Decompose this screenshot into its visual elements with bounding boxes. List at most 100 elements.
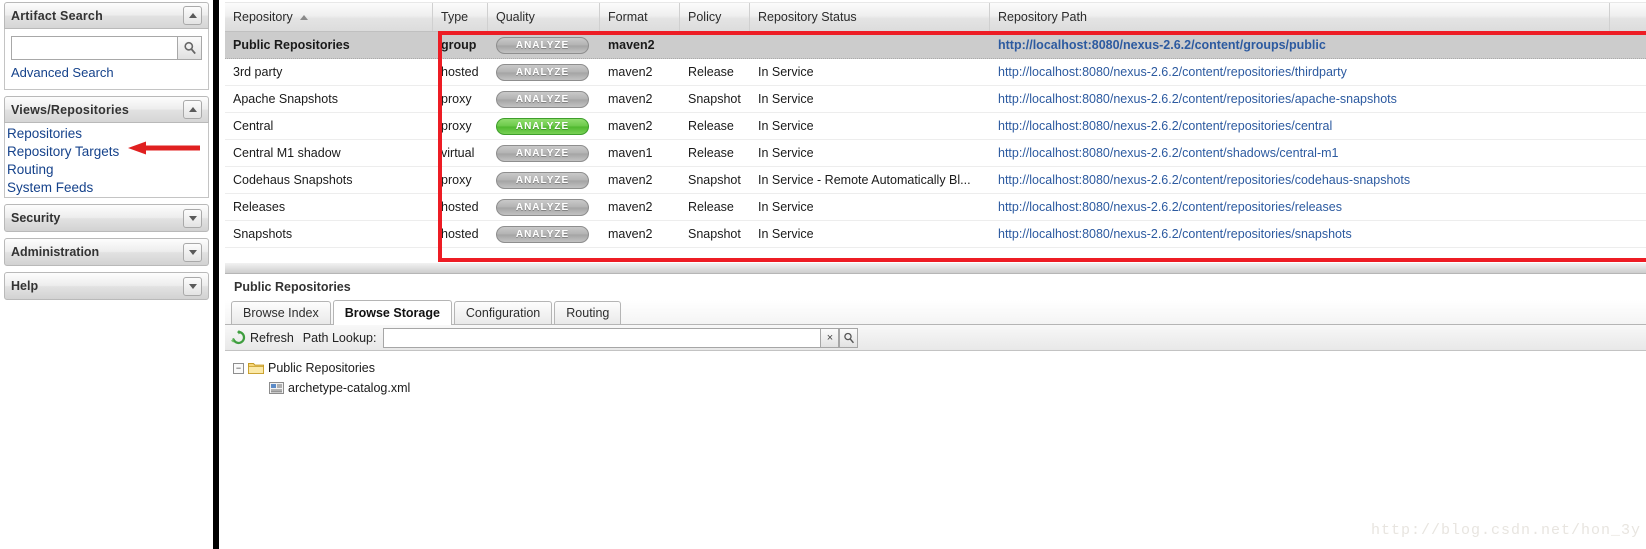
- table-row[interactable]: Releases hosted ANALYZE maven2 Release In Ser…: [225, 194, 1646, 221]
- analyze-button[interactable]: ANALYZE: [496, 144, 589, 162]
- repository-grid-header: Repository Type Quality Format Policy Re…: [225, 2, 1646, 32]
- tab-browse-storage[interactable]: Browse Storage: [332, 300, 452, 325]
- browse-storage-toolbar: Refresh Path Lookup: ×: [225, 325, 1646, 351]
- repository-path-link[interactable]: http://localhost:8080/nexus-2.6.2/conten…: [998, 146, 1338, 160]
- refresh-button[interactable]: Refresh: [231, 330, 294, 345]
- cell-repository-name: Central M1 shadow: [233, 146, 341, 160]
- repository-path-link[interactable]: http://localhost:8080/nexus-2.6.2/conten…: [998, 65, 1347, 79]
- security-section[interactable]: Security: [4, 204, 209, 232]
- views-repositories-body: Repositories Repository Targets Routing …: [4, 123, 209, 198]
- cell-repository-type: group: [441, 38, 477, 52]
- repository-path-link[interactable]: http://localhost:8080/nexus-2.6.2/conten…: [998, 173, 1410, 187]
- analyze-button[interactable]: ANALYZE: [496, 171, 589, 189]
- column-header-format[interactable]: Format: [600, 3, 680, 31]
- x-icon[interactable]: ×: [820, 327, 840, 348]
- tab-routing[interactable]: Routing: [554, 301, 622, 324]
- cell-repository-path[interactable]: http://localhost:8080/nexus-2.6.2/conten…: [990, 173, 1610, 187]
- sidebar-item-repositories[interactable]: Repositories: [7, 125, 206, 143]
- path-lookup-field-group: ×: [383, 327, 859, 348]
- analyze-button[interactable]: ANALYZE: [496, 90, 589, 108]
- views-repositories-panel: Views/Repositories Repositories Reposito…: [4, 96, 209, 198]
- cell-format: maven2: [608, 92, 653, 106]
- refresh-icon: [231, 330, 246, 345]
- cell-repository-type: proxy: [441, 92, 472, 106]
- cell-repository-path[interactable]: http://localhost:8080/nexus-2.6.2/conten…: [990, 65, 1610, 79]
- sidebar-item-system-feeds[interactable]: System Feeds: [7, 179, 206, 197]
- cell-repository-status: In Service: [758, 146, 814, 160]
- chevron-down-icon[interactable]: [183, 208, 202, 228]
- administration-section[interactable]: Administration: [4, 238, 209, 266]
- help-section[interactable]: Help: [4, 272, 209, 300]
- cell-quality: ANALYZE: [488, 198, 600, 216]
- repository-path-link[interactable]: http://localhost:8080/nexus-2.6.2/conten…: [998, 227, 1352, 241]
- detail-tabstrip: Browse Index Browse Storage Configuratio…: [225, 300, 1646, 325]
- cell-policy: Release: [688, 119, 734, 133]
- sidebar-item-repository-targets[interactable]: Repository Targets: [7, 143, 206, 161]
- sidebar-item-routing[interactable]: Routing: [7, 161, 206, 179]
- administration-label: Administration: [11, 245, 100, 259]
- cell-repository-path[interactable]: http://localhost:8080/nexus-2.6.2/conten…: [990, 38, 1610, 52]
- cell-repository-path[interactable]: http://localhost:8080/nexus-2.6.2/conten…: [990, 200, 1610, 214]
- table-row[interactable]: Public Repositories group ANALYZE maven2 htt…: [225, 32, 1646, 59]
- cell-quality: ANALYZE: [488, 171, 600, 189]
- repository-path-link[interactable]: http://localhost:8080/nexus-2.6.2/conten…: [998, 200, 1342, 214]
- chevron-up-icon[interactable]: [183, 6, 202, 25]
- detail-panel-title: Public Repositories: [225, 274, 1646, 300]
- column-header-repository[interactable]: Repository: [225, 3, 433, 31]
- tree-node-file[interactable]: archetype-catalog.xml: [233, 378, 1646, 398]
- path-lookup-input[interactable]: [383, 327, 821, 348]
- analyze-button[interactable]: ANALYZE: [496, 198, 589, 216]
- repository-path-link[interactable]: http://localhost:8080/nexus-2.6.2/conten…: [998, 92, 1397, 106]
- cell-repository-path[interactable]: http://localhost:8080/nexus-2.6.2/conten…: [990, 227, 1610, 241]
- cell-policy: Snapshot: [688, 173, 741, 187]
- table-row[interactable]: Central M1 shadow virtual ANALYZE maven1 Rel…: [225, 140, 1646, 167]
- artifact-search-title: Artifact Search: [11, 8, 103, 23]
- panel-splitter[interactable]: [225, 262, 1646, 274]
- analyze-button[interactable]: ANALYZE: [496, 117, 589, 135]
- column-header-repository-status[interactable]: Repository Status: [750, 3, 990, 31]
- table-row[interactable]: 3rd party hosted ANALYZE maven2 Release In Se…: [225, 59, 1646, 86]
- search-input[interactable]: [11, 36, 177, 60]
- column-header-quality[interactable]: Quality: [488, 3, 600, 31]
- cell-format: maven2: [608, 38, 655, 52]
- tree-node-file-label[interactable]: archetype-catalog.xml: [288, 381, 410, 395]
- storage-tree: − Public Repositories archetype-catalog.…: [225, 351, 1646, 398]
- cell-repository-path[interactable]: http://localhost:8080/nexus-2.6.2/conten…: [990, 119, 1610, 133]
- cell-repository-name: Codehaus Snapshots: [233, 173, 353, 187]
- magnifier-icon[interactable]: [839, 327, 859, 348]
- cell-repository-status: In Service: [758, 119, 814, 133]
- path-lookup-label: Path Lookup:: [302, 330, 377, 345]
- security-label: Security: [11, 211, 61, 225]
- analyze-button[interactable]: ANALYZE: [496, 36, 589, 54]
- magnifier-icon[interactable]: [177, 36, 202, 60]
- advanced-search-link[interactable]: Advanced Search: [11, 64, 202, 81]
- artifact-search-body: Advanced Search: [4, 29, 209, 90]
- analyze-button[interactable]: ANALYZE: [496, 63, 589, 81]
- repository-path-link[interactable]: http://localhost:8080/nexus-2.6.2/conten…: [998, 119, 1332, 133]
- cell-repository-path[interactable]: http://localhost:8080/nexus-2.6.2/conten…: [990, 146, 1610, 160]
- column-header-repository-path[interactable]: Repository Path: [990, 3, 1610, 31]
- minus-icon[interactable]: −: [233, 362, 244, 374]
- tree-node-root-label[interactable]: Public Repositories: [268, 361, 375, 375]
- table-row[interactable]: Codehaus Snapshots proxy ANALYZE maven2 Snap…: [225, 167, 1646, 194]
- repository-grid-body: Public Repositories group ANALYZE maven2 htt…: [225, 32, 1646, 248]
- cell-format: maven2: [608, 200, 653, 214]
- tab-configuration[interactable]: Configuration: [453, 301, 553, 324]
- table-row[interactable]: Snapshots hosted ANALYZE maven2 Snapshot In S…: [225, 221, 1646, 248]
- tree-node-root[interactable]: − Public Repositories: [233, 358, 1646, 378]
- repository-path-link[interactable]: http://localhost:8080/nexus-2.6.2/conten…: [998, 38, 1326, 52]
- chevron-down-icon[interactable]: [183, 242, 202, 262]
- analyze-button[interactable]: ANALYZE: [496, 225, 589, 243]
- tab-browse-index[interactable]: Browse Index: [231, 301, 331, 324]
- cell-repository-type: proxy: [441, 119, 472, 133]
- table-row[interactable]: Apache Snapshots proxy ANALYZE maven2 Snapsh…: [225, 86, 1646, 113]
- column-header-type[interactable]: Type: [433, 3, 488, 31]
- chevron-down-icon[interactable]: [183, 276, 202, 296]
- cell-policy: Release: [688, 200, 734, 214]
- cell-repository-name: Snapshots: [233, 227, 293, 241]
- cell-repository-path[interactable]: http://localhost:8080/nexus-2.6.2/conten…: [990, 92, 1610, 106]
- table-row[interactable]: Central proxy ANALYZE maven2 Release In Servi…: [225, 113, 1646, 140]
- column-header-policy[interactable]: Policy: [680, 3, 750, 31]
- chevron-up-icon[interactable]: [183, 100, 202, 119]
- artifact-search-header: Artifact Search: [4, 2, 209, 29]
